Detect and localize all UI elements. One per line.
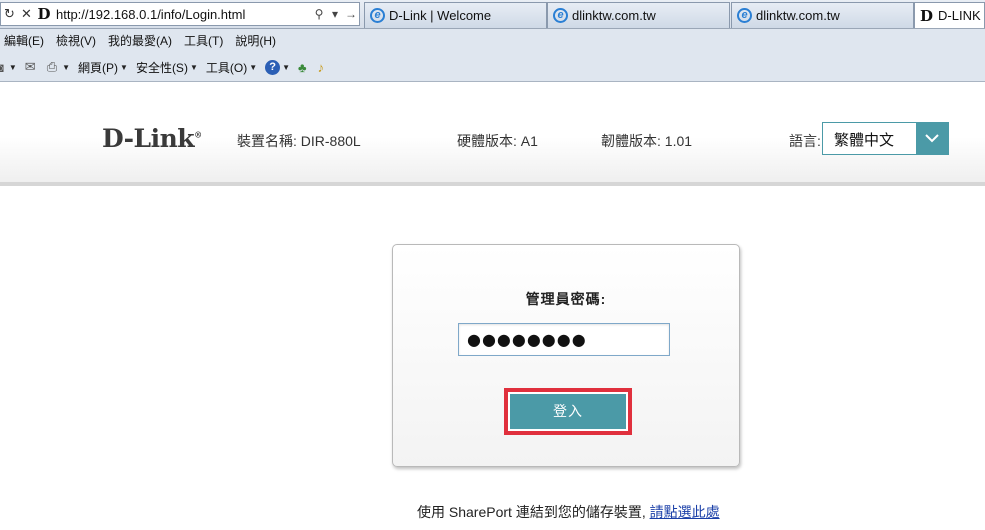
help-button[interactable]: ? ▼ bbox=[265, 59, 291, 75]
firmware-version: 韌體版本: 1.01 bbox=[601, 133, 693, 149]
tab-dlinktw-2[interactable]: e dlinktw.com.tw bbox=[731, 2, 914, 28]
password-label: 管理員密碼: bbox=[525, 291, 607, 307]
tab-dlinktw-1[interactable]: e dlinktw.com.tw bbox=[547, 2, 730, 28]
url-text[interactable]: http://192.168.0.1/info/Login.html bbox=[53, 7, 311, 22]
menu-edit[interactable]: 編輯(E) bbox=[0, 32, 52, 49]
tools-menu-label: 工具(O) bbox=[205, 60, 248, 75]
tab-dlink-active[interactable]: D D-LINK bbox=[914, 2, 985, 28]
logo-text: D-Link bbox=[102, 124, 195, 153]
stop-icon[interactable]: ✕ bbox=[18, 6, 35, 22]
help-icon: ? bbox=[265, 59, 281, 75]
sharepoint-text: 使用 SharePort 連結到您的儲存裝置, bbox=[417, 504, 646, 520]
safety-menu-button[interactable]: 安全性(S) ▼ bbox=[136, 59, 198, 76]
menu-favorites[interactable]: 我的最愛(A) bbox=[104, 32, 180, 49]
chevron-down-icon[interactable] bbox=[916, 123, 948, 154]
password-input[interactable] bbox=[458, 323, 670, 356]
ie-page-icon: e bbox=[553, 8, 568, 23]
sharepoint-link[interactable]: 請點選此處 bbox=[650, 504, 720, 520]
messenger-icon: ♣ bbox=[298, 59, 307, 75]
dropdown-caret-icon: ▼ bbox=[120, 62, 128, 72]
ie-page-icon: e bbox=[370, 8, 385, 23]
device-name: 裝置名稱: DIR-880L bbox=[237, 133, 361, 149]
dropdown-caret-icon: ▼ bbox=[8, 62, 17, 72]
page-menu-label: 網頁(P) bbox=[78, 60, 119, 75]
browser-chrome: ↻ ✕ D http://192.168.0.1/info/Login.html… bbox=[0, 0, 985, 82]
page-menu-button[interactable]: 網頁(P) ▼ bbox=[78, 59, 128, 76]
tab-dlink-welcome[interactable]: e D-Link | Welcome bbox=[364, 2, 547, 28]
dropdown-caret-icon: ▼ bbox=[249, 62, 258, 72]
mail-icon: ✉ bbox=[24, 59, 36, 74]
dropdown-caret-icon[interactable]: ▾ bbox=[327, 7, 343, 21]
menu-help[interactable]: 說明(H) bbox=[231, 32, 284, 49]
dlink-favicon-icon: D bbox=[920, 6, 934, 25]
command-bar: ◙▼ ✉ ⎙▼ 網頁(P)▼ 安全性(S)▼ 工具(O)▼ ?▼ ♣ ♪ bbox=[0, 53, 985, 81]
sharepoint-notice: 使用 SharePort 連結到您的儲存裝置, 請點選此處 bbox=[417, 502, 720, 522]
safety-menu-label: 安全性(S) bbox=[135, 60, 188, 75]
tab-label: dlinktw.com.tw bbox=[756, 8, 840, 23]
language-value: 繁體中文 bbox=[834, 132, 895, 149]
menu-view[interactable]: 檢視(V) bbox=[52, 32, 104, 49]
dropdown-caret-icon: ▼ bbox=[282, 62, 291, 72]
research-icon: ♪ bbox=[317, 59, 325, 75]
language-label: 語言: bbox=[789, 133, 821, 149]
dropdown-caret-icon: ▼ bbox=[62, 62, 71, 72]
ie-page-icon: e bbox=[737, 8, 752, 23]
login-button[interactable]: 登入 bbox=[510, 394, 626, 429]
login-button-highlight: 登入 bbox=[504, 388, 632, 435]
feeds-button[interactable]: ◙▼ bbox=[0, 60, 17, 75]
registered-mark: ® bbox=[194, 129, 202, 140]
menu-tools[interactable]: 工具(T) bbox=[180, 32, 231, 49]
go-arrow-icon[interactable]: → bbox=[343, 7, 359, 21]
refresh-icon[interactable]: ↻ bbox=[1, 6, 18, 22]
menu-bar: 編輯(E) 檢視(V) 我的最愛(A) 工具(T) 說明(H) bbox=[0, 29, 985, 52]
router-header: D-Link® 裝置名稱: DIR-880L 硬體版本: A1 韌體版本: 1.… bbox=[0, 82, 985, 186]
hardware-version: 硬體版本: A1 bbox=[457, 133, 538, 149]
dropdown-caret-icon: ▼ bbox=[189, 62, 198, 72]
address-bar[interactable]: ↻ ✕ D http://192.168.0.1/info/Login.html… bbox=[0, 2, 360, 26]
language-select[interactable]: 繁體中文 bbox=[822, 122, 949, 155]
login-panel: 管理員密碼: 登入 bbox=[392, 244, 740, 467]
dlink-logo: D-Link® bbox=[102, 124, 202, 153]
tab-label: D-Link | Welcome bbox=[389, 8, 492, 23]
address-row: ↻ ✕ D http://192.168.0.1/info/Login.html… bbox=[0, 0, 985, 29]
mail-button[interactable]: ✉ bbox=[25, 59, 39, 75]
feeds-icon: ◙ bbox=[0, 60, 4, 75]
tab-label: D-LINK bbox=[938, 8, 981, 23]
search-icon[interactable]: ⚲ bbox=[311, 7, 327, 21]
tab-label: dlinktw.com.tw bbox=[572, 8, 656, 23]
research-button[interactable]: ♪ bbox=[318, 60, 328, 75]
tools-menu-button[interactable]: 工具(O) ▼ bbox=[206, 59, 257, 76]
messenger-button[interactable]: ♣ bbox=[298, 60, 310, 75]
site-favicon-icon: D bbox=[37, 5, 51, 23]
printer-icon: ⎙ bbox=[46, 59, 58, 74]
print-button[interactable]: ⎙ ▼ bbox=[47, 59, 70, 75]
